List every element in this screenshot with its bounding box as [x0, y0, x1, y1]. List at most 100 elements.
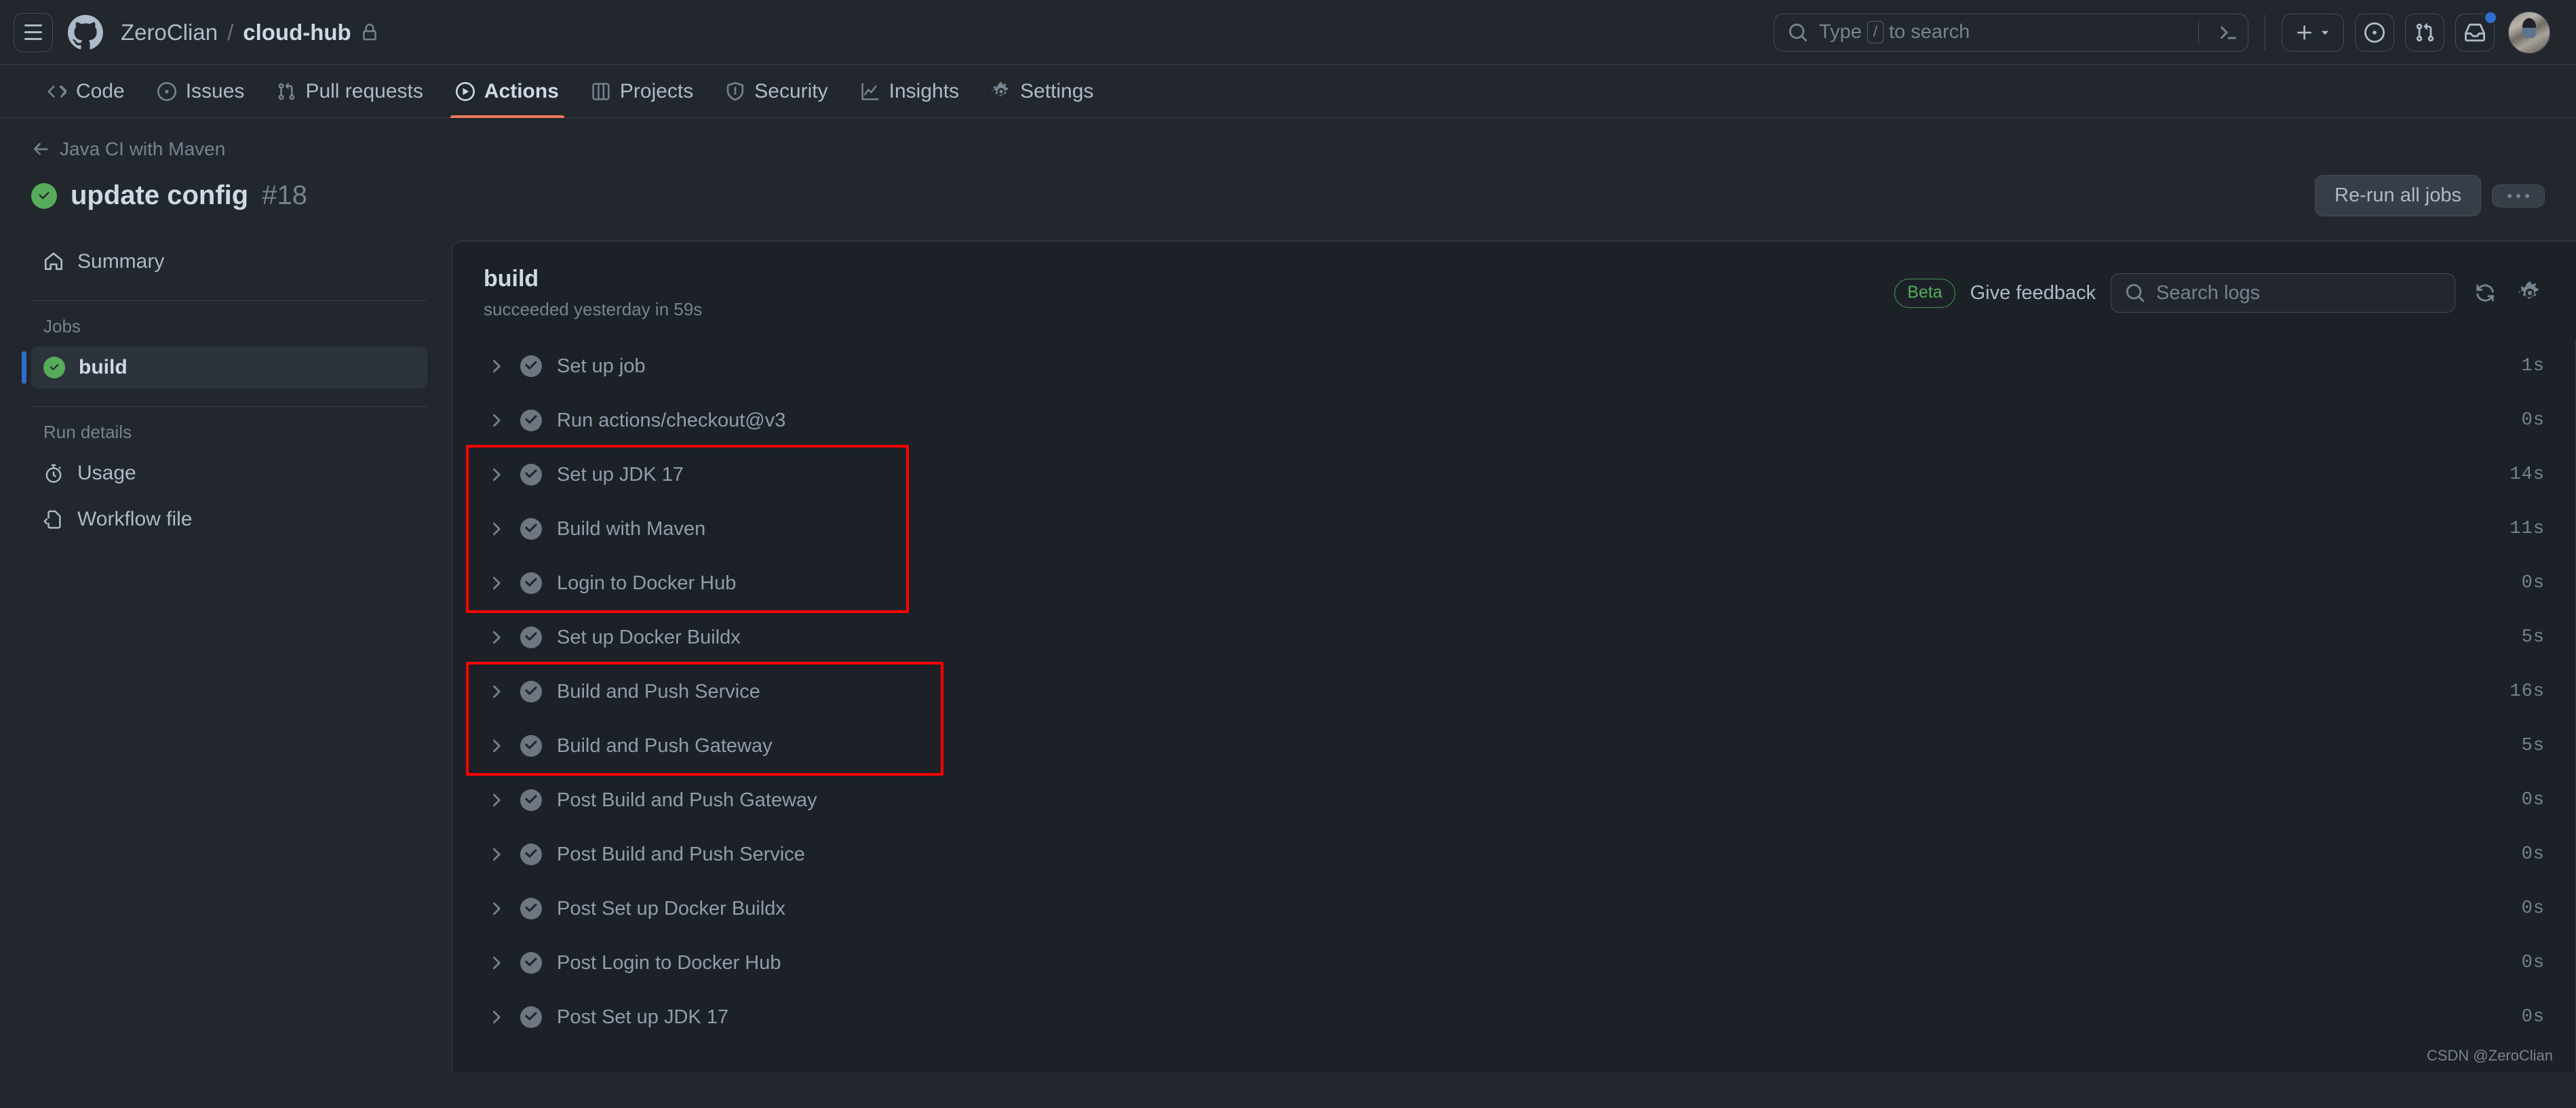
chevron-right-icon[interactable] [485, 900, 508, 917]
step-row[interactable]: Set up JDK 1714s [452, 448, 2576, 502]
global-search-input[interactable]: Type / to search [1774, 14, 2248, 52]
terminal-icon[interactable] [2218, 22, 2238, 43]
step-row[interactable]: Post Set up Docker Buildx0s [452, 882, 2576, 936]
slash-key-hint: / [1867, 21, 1884, 43]
sidebar-item-workflow-file[interactable]: Workflow file [31, 498, 427, 540]
step-name: Build and Push Gateway [557, 735, 773, 757]
run-more-options-button[interactable] [2492, 184, 2545, 207]
chevron-right-icon[interactable] [485, 1008, 508, 1026]
breadcrumb-separator: / [227, 20, 233, 45]
run-header-actions: Re-run all jobs [2315, 175, 2545, 216]
search-divider [2198, 21, 2199, 44]
notifications-inbox-button[interactable] [2455, 14, 2495, 52]
job-log-header-actions: Beta Give feedback Search logs [1894, 273, 2545, 313]
search-logs-input[interactable]: Search logs [2111, 273, 2455, 313]
chevron-right-icon[interactable] [485, 574, 508, 592]
step-row[interactable]: Build with Maven11s [452, 502, 2576, 556]
step-duration: 0s [2522, 844, 2545, 865]
step-row[interactable]: Build and Push Gateway5s [452, 719, 2576, 773]
nav-tab-code[interactable]: Code [31, 65, 141, 117]
stopwatch-icon [43, 463, 64, 483]
step-row[interactable]: Set up job1s [452, 339, 2576, 393]
step-row[interactable]: Post Set up JDK 17 0s [452, 990, 2576, 1044]
sync-icon[interactable] [2470, 278, 2500, 308]
nav-tab-actions[interactable]: Actions [440, 65, 575, 117]
chevron-right-icon[interactable] [485, 791, 508, 809]
step-duration: 0s [2522, 1007, 2545, 1027]
job-log-panel: build succeeded yesterday in 59s Beta Gi… [452, 241, 2576, 1071]
nav-tab-pull-requests-label: Pull requests [305, 80, 423, 103]
nav-tab-settings[interactable]: Settings [975, 65, 1110, 117]
step-row[interactable]: Post Build and Push Service0s [452, 827, 2576, 882]
sidebar-divider [31, 406, 427, 407]
step-name: Post Set up JDK 17 [557, 1006, 728, 1029]
sidebar-item-summary[interactable]: Summary [31, 241, 427, 283]
job-status-success-icon [43, 357, 65, 378]
nav-tab-security[interactable]: Security [709, 65, 844, 117]
step-row[interactable]: Set up Docker Buildx5s [452, 610, 2576, 665]
issues-button[interactable] [2355, 14, 2394, 52]
run-status-success-icon [31, 183, 57, 209]
step-duration: 16s [2510, 681, 2545, 702]
pull-requests-button[interactable] [2405, 14, 2444, 52]
breadcrumb-owner[interactable]: ZeroClian [121, 20, 218, 45]
step-status-success-icon [520, 789, 542, 811]
nav-tab-code-label: Code [76, 80, 125, 103]
run-body: Summary Jobs build Run details Usage [0, 216, 2576, 1071]
home-icon [43, 252, 64, 272]
sidebar-run-details-list: Usage Workflow file [31, 452, 427, 540]
step-name: Login to Docker Hub [557, 572, 736, 595]
give-feedback-link[interactable]: Give feedback [1970, 282, 2096, 304]
step-status-success-icon [520, 952, 542, 974]
sidebar-item-build[interactable]: build [31, 347, 427, 389]
step-status-success-icon [520, 1006, 542, 1028]
create-new-button[interactable] [2282, 14, 2344, 52]
rerun-all-jobs-button[interactable]: Re-run all jobs [2315, 175, 2481, 216]
run-sidebar: Summary Jobs build Run details Usage [31, 241, 452, 540]
nav-tab-insights[interactable]: Insights [844, 65, 975, 117]
run-number: #18 [262, 180, 307, 211]
breadcrumb-repo[interactable]: cloud-hub [243, 20, 351, 45]
chevron-right-icon[interactable] [485, 846, 508, 863]
sidebar-item-usage[interactable]: Usage [31, 452, 427, 494]
step-name: Post Set up Docker Buildx [557, 898, 785, 920]
step-row[interactable]: Build and Push Service16s [452, 665, 2576, 719]
step-status-success-icon [520, 410, 542, 431]
search-icon [1788, 22, 1808, 43]
nav-tab-issues[interactable]: Issues [141, 65, 261, 117]
step-name: Set up job [557, 355, 646, 378]
global-search-placeholder: Type / to search [1819, 21, 1970, 43]
user-avatar[interactable] [2508, 12, 2550, 54]
step-name: Set up JDK 17 [557, 464, 684, 486]
step-row[interactable]: Login to Docker Hub0s [452, 556, 2576, 610]
sidebar-item-usage-label: Usage [77, 462, 136, 485]
nav-tab-pull-requests[interactable]: Pull requests [260, 65, 439, 117]
gear-icon[interactable] [2515, 278, 2545, 308]
step-row[interactable]: Run actions/checkout@v30s [452, 393, 2576, 448]
chevron-right-icon[interactable] [485, 357, 508, 375]
nav-tab-projects-label: Projects [620, 80, 693, 103]
chevron-right-icon[interactable] [485, 520, 508, 538]
chevron-right-icon[interactable] [485, 683, 508, 700]
graph-icon [861, 82, 880, 101]
gear-icon [992, 82, 1011, 101]
nav-tab-projects[interactable]: Projects [575, 65, 709, 117]
kebab-dot [2516, 194, 2520, 198]
step-row[interactable]: Post Login to Docker Hub0s [452, 936, 2576, 990]
chevron-right-icon[interactable] [485, 954, 508, 972]
chevron-right-icon[interactable] [485, 466, 508, 483]
back-to-workflow-link[interactable]: Java CI with Maven [31, 138, 225, 160]
sidebar-divider [31, 300, 427, 301]
sidebar-jobs-list: build [31, 347, 427, 389]
step-name: Run actions/checkout@v3 [557, 410, 785, 432]
chevron-right-icon[interactable] [485, 629, 508, 646]
play-icon [456, 82, 475, 101]
job-log-header: build succeeded yesterday in 59s Beta Gi… [452, 241, 2576, 339]
step-duration: 5s [2522, 627, 2545, 648]
hamburger-menu-icon[interactable] [14, 13, 53, 52]
step-status-success-icon [520, 627, 542, 648]
chevron-right-icon[interactable] [485, 412, 508, 429]
step-row[interactable]: Post Build and Push Gateway0s [452, 773, 2576, 827]
github-logo-icon[interactable] [68, 15, 103, 50]
chevron-right-icon[interactable] [485, 737, 508, 755]
